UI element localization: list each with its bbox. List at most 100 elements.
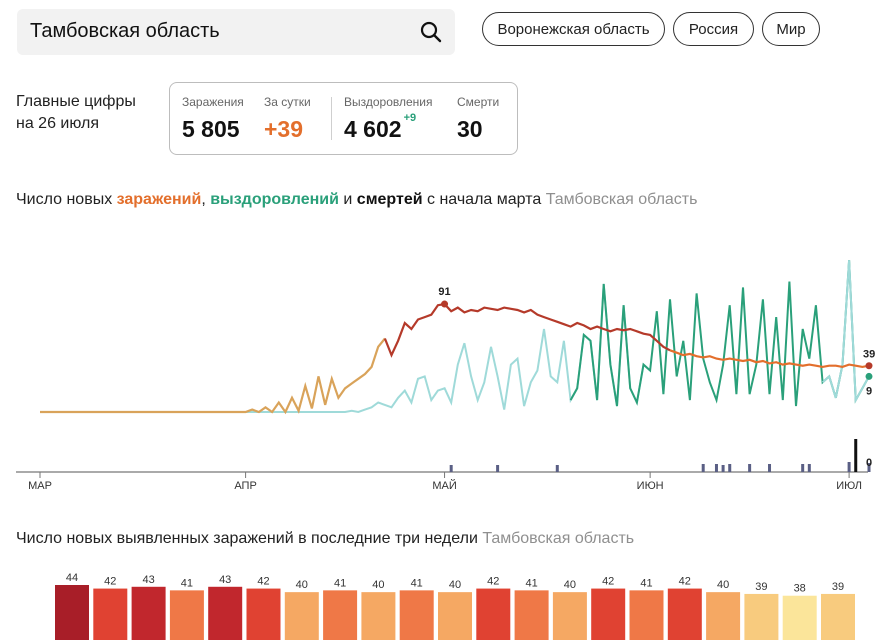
summary-stats: Заражения 5 805 За сутки +39 Выздоровлен… bbox=[169, 82, 518, 155]
summary-title: Главные цифры на 26 июля bbox=[16, 91, 136, 135]
bar-label: 43 bbox=[219, 574, 231, 586]
bar bbox=[438, 592, 472, 640]
recoveries-last-marker bbox=[865, 372, 873, 380]
cases-chart: МАР АПР МАЙ ИЮН ИЮЛ 0 91 39 9 bbox=[16, 260, 875, 492]
bar-label: 39 bbox=[832, 581, 844, 593]
infections-value: 5 805 bbox=[182, 116, 240, 142]
chart1-heading-infections: заражений bbox=[116, 191, 202, 208]
death-bar bbox=[449, 465, 453, 472]
recoveries-line-recent bbox=[821, 260, 870, 404]
bar bbox=[169, 590, 204, 640]
chart1-heading-region: Тамбовская область bbox=[545, 191, 698, 208]
infections-peak-label: 91 bbox=[438, 286, 450, 298]
death-bar bbox=[714, 464, 718, 472]
bar bbox=[323, 590, 358, 640]
bar bbox=[667, 588, 702, 640]
bar-label: 38 bbox=[794, 583, 806, 595]
death-bar bbox=[721, 465, 725, 472]
chart1-heading: Число новых заражений, выздоровлений и с… bbox=[16, 191, 697, 209]
bar-label: 43 bbox=[142, 574, 154, 586]
bar-label: 42 bbox=[487, 576, 499, 588]
death-bar bbox=[748, 464, 752, 472]
death-bar bbox=[801, 464, 805, 472]
chart1-heading-p2: , bbox=[201, 191, 211, 208]
bar-label: 42 bbox=[257, 576, 269, 588]
death-bar bbox=[701, 464, 705, 472]
infections-line-early bbox=[40, 337, 386, 415]
deaths-label: Смерти bbox=[457, 95, 500, 109]
death-bar bbox=[768, 464, 772, 472]
bar-label: 42 bbox=[104, 576, 116, 588]
bar-label: 41 bbox=[640, 577, 652, 589]
region-world-button[interactable]: Мир bbox=[762, 12, 820, 46]
chart1-heading-recoveries: выздоровлений bbox=[210, 191, 339, 208]
bar bbox=[782, 595, 817, 640]
bar-label: 44 bbox=[66, 572, 78, 584]
bar bbox=[361, 592, 396, 640]
bar-label: 41 bbox=[181, 577, 193, 589]
deaths-value: 30 bbox=[457, 116, 483, 142]
bar bbox=[744, 593, 779, 640]
region-search[interactable]: Тамбовская область bbox=[17, 9, 455, 55]
bar-label: 41 bbox=[525, 577, 537, 589]
recoveries-delta: +9 bbox=[403, 112, 417, 124]
month-label: ИЮЛ bbox=[836, 480, 862, 492]
region-russia-button[interactable]: Россия bbox=[673, 12, 754, 46]
bar bbox=[821, 593, 855, 640]
infections-last-marker bbox=[865, 362, 873, 370]
chart1-heading-deaths: смертей bbox=[356, 191, 423, 208]
infections-line-recent bbox=[669, 349, 870, 369]
recoveries-line bbox=[569, 260, 870, 407]
month-label: АПР bbox=[234, 480, 256, 492]
death-bar-peak bbox=[854, 439, 858, 472]
chart2-heading-text: Число новых выявленных заражений в после… bbox=[16, 530, 478, 547]
daily-label: За сутки bbox=[264, 95, 311, 109]
death-bar bbox=[807, 464, 811, 472]
recoveries-value: 4 602 bbox=[344, 116, 402, 142]
recoveries-stat: 4 602 +9 bbox=[344, 112, 416, 143]
bar bbox=[476, 588, 511, 640]
month-label: МАЙ bbox=[432, 479, 456, 492]
month-label: МАР bbox=[28, 480, 52, 492]
chart1-heading-p3: и bbox=[338, 191, 357, 208]
bar-label: 40 bbox=[564, 579, 576, 591]
bar-label: 42 bbox=[602, 576, 614, 588]
bar bbox=[93, 588, 128, 640]
death-bar bbox=[847, 462, 851, 472]
bar-label: 40 bbox=[296, 579, 308, 591]
bar bbox=[591, 588, 626, 640]
death-bar bbox=[728, 464, 732, 472]
summary-title-line1: Главные цифры bbox=[16, 93, 136, 110]
bar-label: 40 bbox=[372, 579, 384, 591]
bar bbox=[55, 585, 89, 640]
infections-label: Заражения bbox=[182, 95, 244, 109]
region-voronezh-button[interactable]: Воронежская область bbox=[482, 12, 665, 46]
bar-label: 41 bbox=[334, 577, 346, 589]
bar-label: 41 bbox=[411, 577, 423, 589]
recoveries-last-label: 9 bbox=[866, 385, 872, 397]
bar-label: 40 bbox=[449, 579, 461, 591]
infections-peak-marker bbox=[441, 300, 449, 308]
recent-infections-chart: 44 42 43 41 43 42 40 41 40 41 40 42 41 40 42 41 42 40 39 38… bbox=[55, 572, 855, 640]
bar bbox=[131, 586, 166, 640]
chart1-heading-p4: с начала марта bbox=[422, 191, 542, 208]
chart2-heading: Число новых выявленных заражений в после… bbox=[16, 530, 634, 548]
bar-label: 42 bbox=[679, 576, 691, 588]
bar bbox=[246, 588, 281, 640]
daily-value: +39 bbox=[264, 116, 304, 142]
bar-label: 39 bbox=[755, 581, 767, 593]
bar bbox=[552, 592, 587, 640]
month-label: ИЮН bbox=[637, 480, 664, 492]
bar bbox=[284, 592, 319, 640]
bar bbox=[208, 586, 243, 640]
chart1-heading-p1: Число новых bbox=[16, 191, 117, 208]
stats-divider bbox=[331, 97, 332, 140]
summary-title-line2: на 26 июля bbox=[16, 115, 100, 132]
death-bar bbox=[496, 465, 500, 472]
recoveries-label: Выздоровления bbox=[344, 95, 433, 109]
recoveries-line-early bbox=[40, 283, 651, 414]
bar bbox=[399, 590, 434, 640]
search-input[interactable]: Тамбовская область bbox=[30, 20, 220, 43]
search-icon[interactable] bbox=[419, 20, 443, 44]
chart2-heading-region: Тамбовская область bbox=[482, 530, 635, 547]
